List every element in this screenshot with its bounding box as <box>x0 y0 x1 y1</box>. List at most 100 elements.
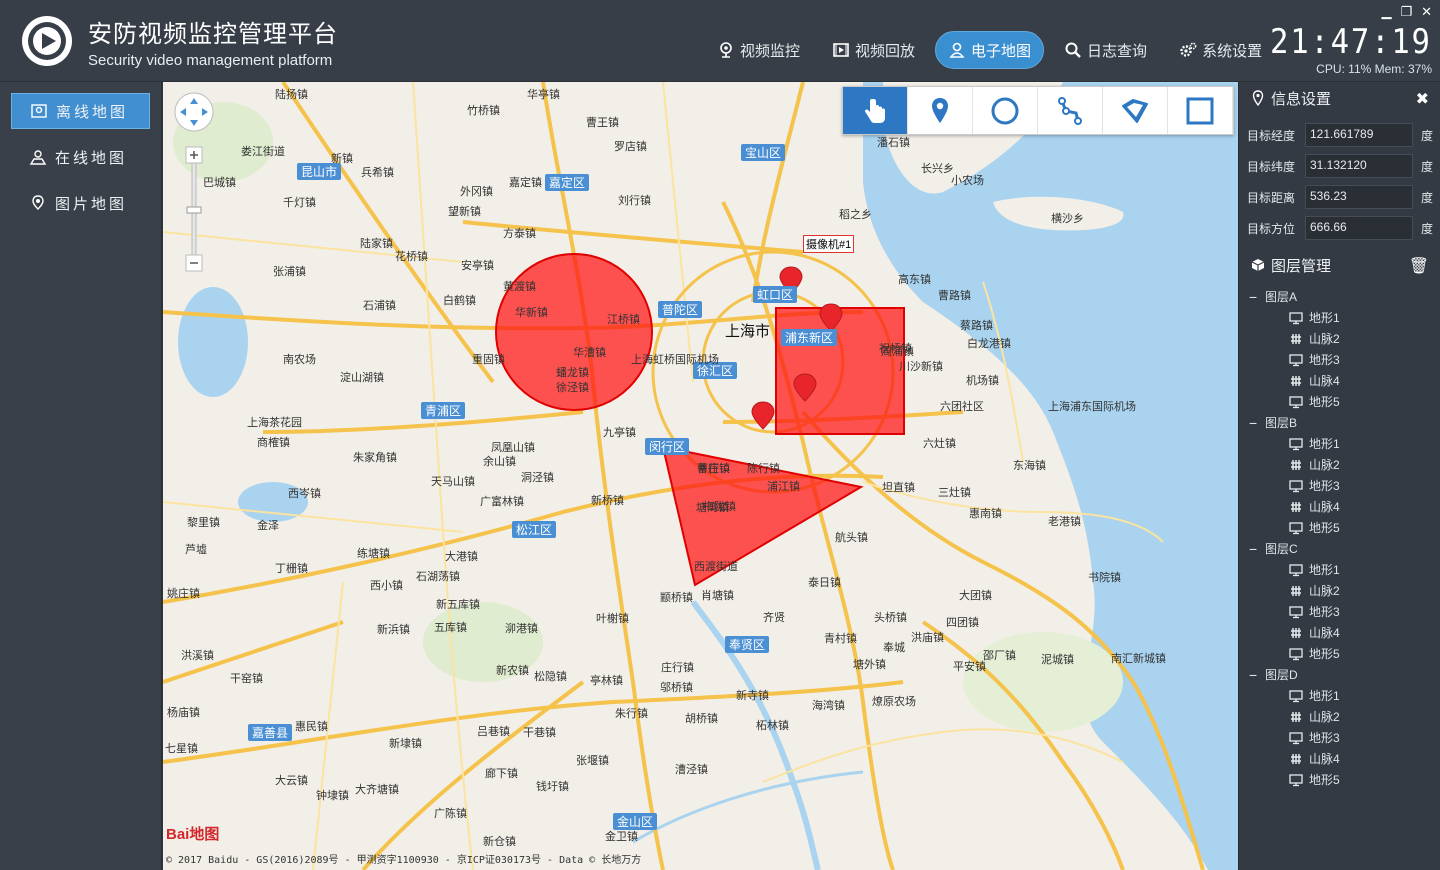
image-map-icon <box>32 195 44 210</box>
polyline-icon <box>1058 96 1082 125</box>
layer-item-label: 地形3 <box>1309 353 1340 367</box>
pointer-tool[interactable] <box>843 87 908 134</box>
layer-item[interactable]: 山脉4 <box>1289 370 1340 391</box>
layer-item[interactable]: 山脉4 <box>1289 496 1340 517</box>
nav-video-monitor[interactable]: 视频监控 <box>705 31 812 69</box>
marker-tool[interactable] <box>908 87 973 134</box>
place-label: 松隐镇 <box>534 671 567 683</box>
layer-item[interactable]: 地形3 <box>1289 601 1340 622</box>
layer-item[interactable]: 地形5 <box>1289 769 1340 790</box>
close-icon[interactable]: ✖ <box>1416 89 1429 109</box>
map-zoom-control <box>173 92 215 272</box>
longitude-field[interactable]: 121.661789 <box>1305 123 1413 147</box>
nav-video-playback[interactable]: 视频回放 <box>820 31 927 69</box>
camera-marker[interactable] <box>751 401 775 430</box>
monitor-icon <box>1289 437 1303 451</box>
layer-group-1[interactable]: − 图层B <box>1249 412 1297 433</box>
layer-item[interactable]: 山脉2 <box>1289 580 1340 601</box>
place-label: 罗店镇 <box>614 141 647 153</box>
layer-item[interactable]: 山脉4 <box>1289 748 1340 769</box>
collapse-icon[interactable]: − <box>1249 667 1259 683</box>
place-label: 西渡街道 <box>694 561 738 573</box>
layer-item[interactable]: 地形3 <box>1289 475 1340 496</box>
layer-item[interactable]: 山脉2 <box>1289 454 1340 475</box>
layer-item[interactable]: 地形1 <box>1289 559 1340 580</box>
nav-electronic-map[interactable]: 电子地图 <box>935 31 1045 69</box>
place-label: 丁栅镇 <box>275 563 308 575</box>
monitor-icon <box>1289 521 1303 535</box>
collapse-icon[interactable]: − <box>1249 415 1259 431</box>
drawn-rectangle[interactable] <box>775 307 905 435</box>
monitor-icon <box>1289 395 1303 409</box>
camera-label: 摄像机#1 <box>803 235 855 253</box>
camera-icon <box>720 42 732 58</box>
circle-tool[interactable] <box>973 87 1038 134</box>
layer-group-3[interactable]: − 图层D <box>1249 664 1298 685</box>
grid-icon <box>1289 458 1303 472</box>
nav-log-query[interactable]: 日志查询 <box>1052 31 1159 69</box>
place-label: 新埭镇 <box>389 738 422 750</box>
place-label: 川沙新镇 <box>899 361 943 373</box>
trash-icon[interactable]: 🗑 <box>1409 256 1429 276</box>
layer-group-label: 图层D <box>1265 668 1298 682</box>
map-canvas[interactable]: 上海市 宝山区 嘉定区 普陀区 虹口区 浦东新区 徐汇区 闵行区 青浦区 松江区… <box>163 82 1238 870</box>
layer-item[interactable]: 地形5 <box>1289 517 1340 538</box>
layer-item[interactable]: 地形1 <box>1289 433 1340 454</box>
place-label: 徐泾镇 <box>556 382 589 394</box>
layer-group-0[interactable]: − 图层A <box>1249 286 1297 307</box>
layer-item[interactable]: 地形5 <box>1289 391 1340 412</box>
info-row-bearing: 目标方位 666.66 度 <box>1247 215 1437 241</box>
close-icon[interactable]: ✕ <box>1421 4 1432 20</box>
collapse-icon[interactable]: − <box>1249 289 1259 305</box>
app-title: 安防视频监控管理平台 <box>88 21 338 48</box>
district-label: 奉贤区 <box>725 636 770 653</box>
minimize-icon[interactable]: ▁ <box>1381 4 1391 20</box>
layer-item[interactable]: 地形3 <box>1289 349 1340 370</box>
polygon-tool[interactable] <box>1103 87 1168 134</box>
layer-item-label: 山脉4 <box>1309 626 1340 640</box>
grid-icon <box>1289 584 1303 598</box>
layer-item[interactable]: 地形3 <box>1289 727 1340 748</box>
layer-item[interactable]: 地形1 <box>1289 307 1340 328</box>
polyline-tool[interactable] <box>1038 87 1103 134</box>
nav-system-settings[interactable]: 系统设置 <box>1167 31 1274 69</box>
info-row-latitude: 目标纬度 31.132120 度 <box>1247 153 1437 179</box>
layer-item-label: 山脉2 <box>1309 584 1340 598</box>
layer-item-label: 地形5 <box>1309 773 1340 787</box>
bearing-field[interactable]: 666.66 <box>1305 216 1413 240</box>
place-label: 新农镇 <box>496 665 529 677</box>
sidebar-item-offline-map[interactable]: 离线地图 <box>11 93 150 129</box>
layer-item-label: 地形5 <box>1309 521 1340 535</box>
window-controls: ▁ ❐ ✕ <box>1381 4 1432 20</box>
rectangle-tool[interactable] <box>1168 87 1233 134</box>
grid-icon <box>1289 374 1303 388</box>
baidu-logo: Bai地图 <box>166 826 220 843</box>
monitor-icon <box>1289 731 1303 745</box>
district-label: 嘉善县 <box>248 724 293 741</box>
zoom-slider-handle[interactable] <box>186 206 202 214</box>
distance-field[interactable]: 536.23 <box>1305 185 1413 209</box>
sidebar-item-image-map[interactable]: 图片地图 <box>11 185 150 221</box>
layer-item[interactable]: 山脉2 <box>1289 328 1340 349</box>
layer-item[interactable]: 地形1 <box>1289 685 1340 706</box>
layer-item[interactable]: 山脉2 <box>1289 706 1340 727</box>
layer-group-2[interactable]: − 图层C <box>1249 538 1298 559</box>
layer-item[interactable]: 山脉4 <box>1289 622 1340 643</box>
place-label: 横沙乡 <box>1051 213 1084 225</box>
place-label: 姚庄镇 <box>167 588 200 600</box>
latitude-field[interactable]: 31.132120 <box>1305 154 1413 178</box>
hand-pointer-icon <box>865 98 885 123</box>
info-label: 目标方位 <box>1247 221 1296 236</box>
restore-icon[interactable]: ❐ <box>1400 4 1412 20</box>
map-copyright: © 2017 Baidu - GS(2016)2089号 - 甲测资字11009… <box>166 855 642 866</box>
place-label: 五库镇 <box>434 622 467 634</box>
place-label: 洪庙镇 <box>911 632 944 644</box>
cube-icon <box>1251 259 1265 271</box>
district-label: 普陀区 <box>658 301 703 318</box>
layer-item-label: 山脉4 <box>1309 752 1340 766</box>
layer-item[interactable]: 地形5 <box>1289 643 1340 664</box>
sidebar-item-online-map[interactable]: 在线地图 <box>11 139 150 175</box>
clock: 21:47:19 <box>1270 22 1432 62</box>
collapse-icon[interactable]: − <box>1249 541 1259 557</box>
place-label: 新五库镇 <box>436 599 480 611</box>
